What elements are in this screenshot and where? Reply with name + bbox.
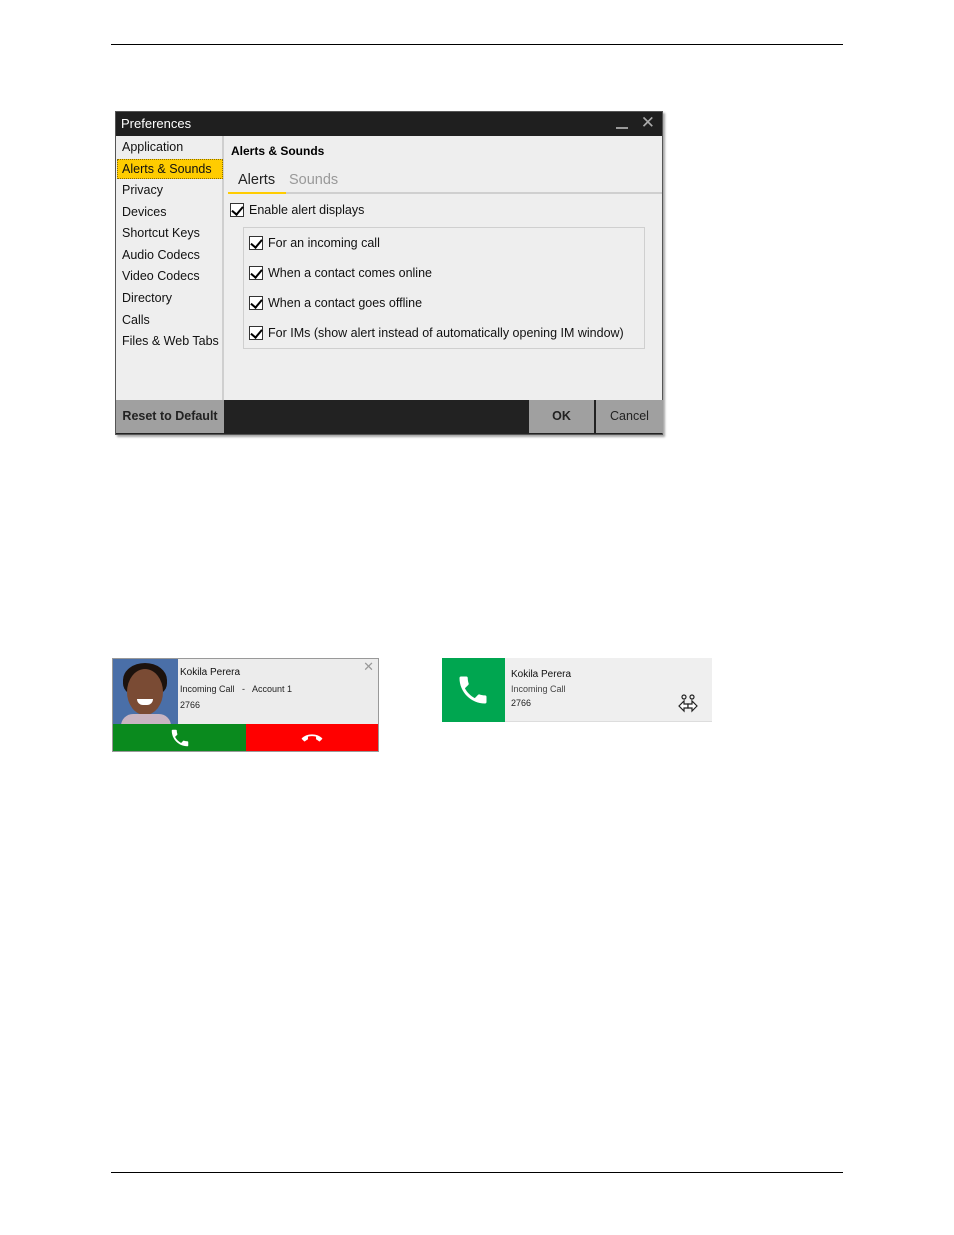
incoming-call-toast-detailed: Kokila Perera Incoming Call - Account 1 …	[112, 658, 379, 752]
dialog-footer: Reset to Default OK Cancel	[116, 400, 663, 434]
window-title: Preferences	[121, 116, 192, 131]
hang-up-icon	[301, 734, 323, 742]
sidebar-item-application[interactable]: Application	[117, 137, 223, 157]
decline-button[interactable]	[246, 724, 378, 751]
avatar	[113, 659, 178, 724]
im-alert-label: For IMs (show alert instead of automatic…	[268, 326, 624, 340]
header-rule	[111, 44, 843, 45]
call-status: Incoming Call - Account 1	[180, 684, 293, 694]
preferences-content: Alerts & Sounds Alerts Sounds Enable ale…	[226, 136, 662, 401]
caller-number: 2766	[180, 700, 201, 710]
section-title: Alerts & Sounds	[231, 144, 325, 158]
preferences-sidebar: Application Alerts & Sounds Privacy Devi…	[116, 136, 224, 401]
checkbox-checked-icon[interactable]	[249, 236, 263, 250]
ok-button[interactable]: OK	[529, 400, 594, 433]
checkbox-checked-icon[interactable]	[230, 203, 244, 217]
caller-name: Kokila Perera	[511, 669, 572, 680]
sidebar-item-directory[interactable]: Directory	[117, 288, 223, 308]
phone-icon	[459, 676, 487, 704]
call-status: Incoming Call	[511, 684, 566, 694]
contact-offline-label: When a contact goes offline	[268, 296, 423, 310]
enable-alerts-label: Enable alert displays	[249, 203, 365, 217]
caller-name: Kokila Perera	[180, 667, 241, 678]
sidebar-item-devices[interactable]: Devices	[117, 202, 223, 222]
sidebar-item-privacy[interactable]: Privacy	[117, 180, 223, 200]
checkbox-checked-icon[interactable]	[249, 266, 263, 280]
sidebar-item-alerts-sounds[interactable]: Alerts & Sounds	[117, 159, 223, 179]
preferences-window: Preferences ✕ Application Alerts & Sound…	[115, 111, 663, 435]
phone-icon	[171, 729, 189, 747]
active-tab-indicator	[228, 192, 286, 194]
incoming-call-toast-compact: Kokila Perera Incoming Call 2766	[442, 658, 712, 722]
alert-options-group: For an incoming call When a contact come…	[243, 227, 645, 349]
footer-rule	[111, 1172, 843, 1173]
tab-alerts[interactable]: Alerts	[238, 172, 275, 188]
sidebar-item-video-codecs[interactable]: Video Codecs	[117, 266, 223, 286]
tab-bar: Alerts Sounds	[228, 170, 662, 194]
reset-to-default-button[interactable]: Reset to Default	[116, 400, 224, 433]
caller-number: 2766	[511, 698, 532, 708]
contact-online-label: When a contact comes online	[268, 266, 432, 280]
answer-tile[interactable]	[442, 658, 505, 722]
close-icon[interactable]: ✕	[363, 660, 374, 675]
transfer-icon[interactable]	[677, 694, 699, 714]
sidebar-item-files-web-tabs[interactable]: Files & Web Tabs	[117, 331, 223, 351]
checkbox-checked-icon[interactable]	[249, 296, 263, 310]
cancel-button[interactable]: Cancel	[596, 400, 663, 433]
incoming-call-label: For an incoming call	[268, 236, 380, 250]
sidebar-item-calls[interactable]: Calls	[117, 310, 223, 330]
close-icon[interactable]: ✕	[641, 113, 655, 133]
minimize-icon[interactable]	[616, 127, 628, 129]
tab-sounds[interactable]: Sounds	[289, 172, 338, 188]
sidebar-item-shortcut-keys[interactable]: Shortcut Keys	[117, 223, 223, 243]
sidebar-item-audio-codecs[interactable]: Audio Codecs	[117, 245, 223, 265]
checkbox-checked-icon[interactable]	[249, 326, 263, 340]
answer-button[interactable]	[113, 724, 246, 751]
title-bar: Preferences ✕	[116, 112, 662, 136]
